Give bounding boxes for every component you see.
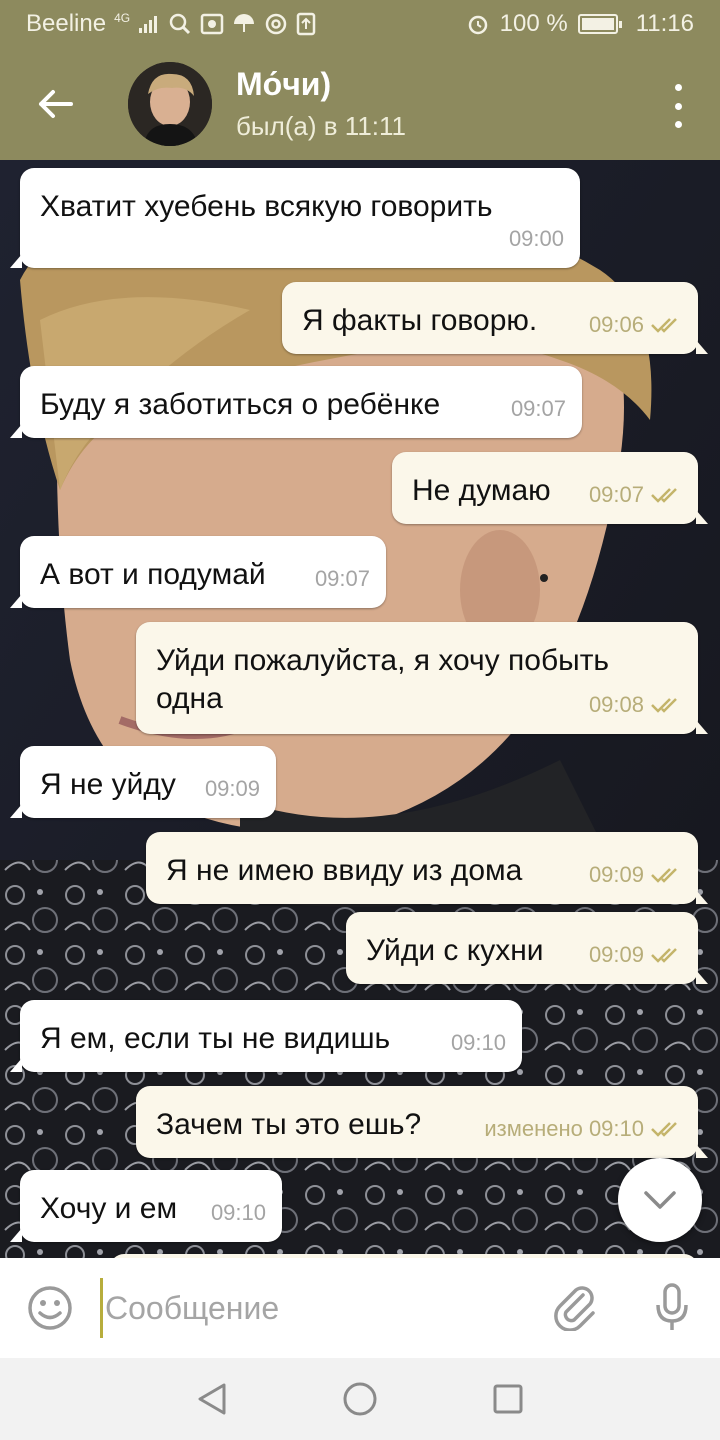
message-text: Буду я заботиться о ребёнке bbox=[40, 388, 441, 421]
message-time: 09:09 bbox=[204, 776, 260, 801]
battery-percent: 100 % bbox=[499, 10, 568, 37]
message-time: 09:07 bbox=[510, 396, 566, 421]
circle-home-icon bbox=[343, 1382, 377, 1416]
at-sign-icon bbox=[265, 13, 287, 35]
clock: 11:16 bbox=[635, 10, 694, 37]
message-time: 09:00 bbox=[508, 226, 564, 251]
double-check-icon bbox=[651, 868, 677, 883]
message-text: Уйди пожалуйста, я хочу побыть одна bbox=[156, 644, 610, 715]
chat-header: Мо́чи) был(а) в 11:11 bbox=[0, 48, 720, 160]
double-check-icon bbox=[651, 318, 677, 333]
message-text: Я не имею ввиду из дома bbox=[166, 854, 523, 887]
message-bubble-outgoing[interactable]: Зачем ты это ешь? изменено 09:10 bbox=[136, 1086, 708, 1158]
message-time: 09:09 bbox=[588, 862, 644, 887]
message-bubble-incoming[interactable]: Я не уйду 09:09 bbox=[10, 746, 276, 818]
double-check-icon bbox=[651, 698, 677, 713]
signal-icon bbox=[139, 16, 158, 33]
more-vertical-icon bbox=[674, 84, 682, 91]
chat-title[interactable]: Мо́чи) bbox=[236, 66, 406, 103]
back-button[interactable] bbox=[0, 48, 110, 160]
voice-message-button[interactable] bbox=[624, 1258, 720, 1358]
avatar-image bbox=[128, 62, 212, 146]
smile-icon bbox=[28, 1286, 72, 1330]
system-nav-bar bbox=[0, 1358, 720, 1440]
composer-bar bbox=[0, 1258, 720, 1358]
message-text: Хватит хуебень всякую говорить bbox=[40, 190, 493, 223]
emoji-button[interactable] bbox=[0, 1258, 100, 1358]
upload-icon bbox=[296, 12, 316, 36]
message-bubble-outgoing[interactable]: Не думаю 09:07 bbox=[392, 452, 708, 524]
nav-back-button[interactable] bbox=[192, 1379, 232, 1419]
attach-button[interactable] bbox=[528, 1258, 624, 1358]
battery-icon bbox=[577, 14, 622, 34]
message-time: 09:06 bbox=[588, 312, 644, 337]
messages-container: Хватит хуебень всякую говорить 09:00 Я ф… bbox=[0, 160, 720, 1258]
search-notification-icon bbox=[169, 13, 191, 35]
message-time: 09:07 bbox=[314, 566, 370, 591]
message-bubble-outgoing[interactable]: Я не имею ввиду из дома 09:09 bbox=[146, 832, 708, 904]
square-recents-icon bbox=[493, 1384, 523, 1414]
message-text: Зачем ты это ешь? bbox=[156, 1108, 422, 1141]
message-bubble-outgoing[interactable]: Уйди пожалуйста, я хочу побыть одна 09:0… bbox=[136, 622, 708, 734]
scroll-to-bottom-button[interactable] bbox=[618, 1158, 702, 1242]
arrow-left-icon bbox=[39, 90, 73, 118]
message-bubble-incoming[interactable]: Я ем, если ты не видишь 09:10 bbox=[10, 1000, 522, 1072]
last-seen-status: был(а) в 11:11 bbox=[236, 111, 406, 141]
avatar[interactable] bbox=[128, 62, 212, 146]
message-bubble-incoming[interactable]: Буду я заботиться о ребёнке 09:07 bbox=[10, 366, 582, 438]
double-check-icon bbox=[651, 1122, 677, 1137]
alarm-icon bbox=[468, 15, 487, 35]
nav-home-button[interactable] bbox=[340, 1379, 380, 1419]
triangle-back-icon bbox=[198, 1383, 226, 1415]
message-bubble-incoming[interactable]: Хочу и ем 09:10 bbox=[10, 1170, 282, 1242]
status-bar: Beeline 4G 100 % 11:16 bbox=[0, 0, 720, 48]
message-list[interactable]: Хватит хуебень всякую говорить 09:00 Я ф… bbox=[0, 160, 720, 1258]
message-time: 09:10 bbox=[210, 1200, 266, 1225]
message-text: А вот и подумай bbox=[40, 558, 266, 591]
message-text: Не думаю bbox=[412, 474, 551, 507]
message-bubble-incoming[interactable]: Хватит хуебень всякую говорить 09:00 bbox=[10, 168, 580, 268]
message-bubble-incoming[interactable]: А вот и подумай 09:07 bbox=[10, 536, 386, 608]
message-time: 09:08 bbox=[588, 692, 644, 717]
message-time: 09:10 bbox=[450, 1030, 506, 1055]
carrier-label: Beeline bbox=[26, 10, 107, 37]
message-time: изменено 09:10 bbox=[484, 1116, 644, 1141]
message-bubble-outgoing[interactable]: Уйди с кухни 09:09 bbox=[346, 912, 708, 984]
message-text: Я ем, если ты не видишь bbox=[40, 1022, 391, 1055]
microphone-icon bbox=[656, 1283, 688, 1330]
message-time: 09:09 bbox=[588, 942, 644, 967]
double-check-icon bbox=[651, 488, 677, 503]
image-notification-icon bbox=[200, 13, 224, 35]
chevron-down-icon bbox=[644, 1191, 676, 1209]
message-text: Я не уйду bbox=[40, 768, 176, 801]
paperclip-icon bbox=[554, 1286, 595, 1331]
message-time: 09:07 bbox=[588, 482, 644, 507]
umbrella-icon bbox=[234, 14, 255, 32]
double-check-icon bbox=[651, 948, 677, 963]
message-bubble-outgoing[interactable]: Я факты говорю. 09:06 bbox=[282, 282, 708, 354]
nav-recents-button[interactable] bbox=[488, 1379, 528, 1419]
message-text: Уйди с кухни bbox=[366, 934, 544, 967]
message-input[interactable] bbox=[100, 1278, 528, 1338]
network-label: 4G bbox=[114, 11, 131, 25]
message-text: Я факты говорю. bbox=[302, 304, 538, 337]
message-text: Хочу и ем bbox=[40, 1192, 178, 1225]
more-menu-button[interactable] bbox=[666, 84, 690, 128]
